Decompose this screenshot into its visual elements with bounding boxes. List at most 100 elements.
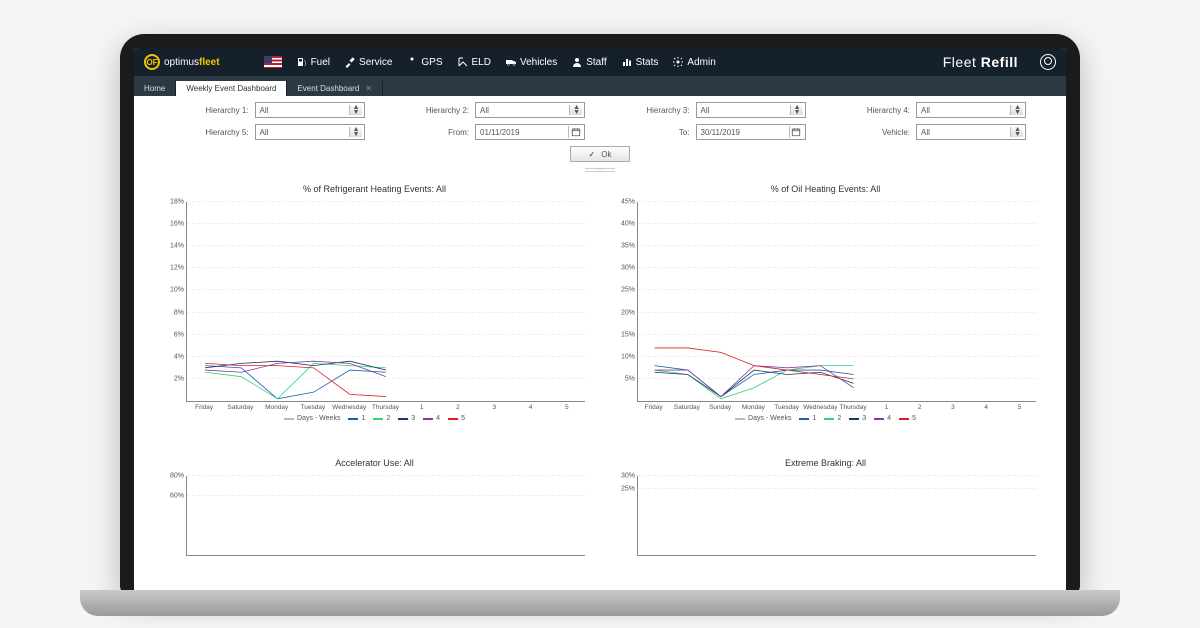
chevron-updown-icon: ▲▼ — [573, 105, 580, 115]
bar-group — [187, 476, 585, 555]
select-input[interactable]: All ▲▼ — [255, 102, 365, 118]
menu-gps[interactable]: GPS — [406, 56, 442, 68]
flag-icon[interactable] — [264, 56, 282, 68]
brand-name: optimusfleet — [164, 57, 220, 68]
y-tick: 18% — [170, 199, 187, 206]
y-tick: 35% — [621, 243, 638, 250]
x-tick: 2 — [440, 402, 476, 411]
x-tick: Wednesday — [803, 402, 836, 411]
filter-hierarchy2: Hierarchy 2: All▲▼ — [395, 102, 586, 118]
x-tick: Monday — [259, 402, 295, 411]
menu-label: Admin — [687, 57, 715, 68]
menu-label: Vehicles — [520, 57, 557, 68]
select-input[interactable]: All ▲▼ — [696, 102, 806, 118]
x-axis: FridaySaturdayMondayTuesdayWednesdayThur… — [186, 402, 585, 411]
legend-label: Days - Weeks — [284, 415, 340, 422]
menu-vehicles[interactable]: Vehicles — [505, 56, 557, 68]
ok-button[interactable]: ✓Ok — [570, 146, 631, 162]
filter-label: Hierarchy 2: — [426, 106, 469, 115]
user-avatar-icon[interactable] — [1040, 54, 1056, 70]
vehicles-icon — [505, 56, 517, 68]
y-tick: 10% — [170, 287, 187, 294]
menu-label: Fuel — [311, 57, 330, 68]
calendar-icon[interactable] — [568, 126, 582, 138]
chart-1: % of Oil Heating Events: All5%10%15%20%2… — [605, 176, 1046, 440]
y-tick: 14% — [170, 243, 187, 250]
tab-weekly-event-dashboard[interactable]: Weekly Event Dashboard — [176, 81, 287, 96]
select-input[interactable]: All▲▼ — [475, 102, 585, 118]
legend-item: 1 — [348, 415, 365, 422]
filter-to: To:30/11/2019 — [615, 124, 806, 140]
calendar-icon[interactable] — [789, 126, 803, 138]
chart-0: % of Refrigerant Heating Events: All 2%4%… — [154, 176, 595, 440]
menu-label: Staff — [586, 57, 606, 68]
y-tick: 2% — [174, 375, 187, 382]
chart-plot: 2%4%6%8%10%12%14%16%18% — [186, 202, 585, 402]
select-input[interactable]: All▲▼ — [916, 102, 1026, 118]
x-tick: 1 — [404, 402, 440, 411]
y-tick: 30% — [621, 265, 638, 272]
select-input[interactable]: All▲▼ — [255, 124, 365, 140]
x-tick: Tuesday — [770, 402, 803, 411]
chevron-updown-icon: ▲▼ — [353, 105, 360, 115]
bar-group — [638, 476, 1036, 555]
x-tick: 5 — [1003, 402, 1036, 411]
x-axis: FridaySaturdaySundayMondayTuesdayWednesd… — [637, 402, 1036, 411]
charts-grid: % of Refrigerant Heating Events: All 2%4%… — [134, 172, 1066, 594]
menu-stats[interactable]: Stats — [621, 56, 659, 68]
brand-logo: OF optimusfleet — [144, 54, 220, 70]
select-value: All — [921, 106, 930, 115]
y-tick: 16% — [170, 221, 187, 228]
screen: OF optimusfleet Fuel Service GPS ELD Vehicle… — [134, 48, 1066, 594]
topbar: OF optimusfleet Fuel Service GPS ELD Vehicle… — [134, 48, 1066, 76]
legend-item: 1 — [799, 415, 816, 422]
chart-title: % of Refrigerant Heating Events: All — [158, 184, 591, 194]
tab-event-dashboard[interactable]: Event Dashboard✕ — [287, 81, 383, 96]
filter-label: Hierarchy 3: — [646, 106, 689, 115]
date-input[interactable]: 30/11/2019 — [696, 124, 806, 140]
menu-label: Service — [359, 57, 392, 68]
y-tick: 20% — [621, 309, 638, 316]
y-tick: 45% — [621, 199, 638, 206]
chart-2: Accelerator Use: All60%80% — [154, 450, 595, 574]
menu-admin[interactable]: Admin — [672, 56, 715, 68]
select-input[interactable]: All ▲▼ — [916, 124, 1026, 140]
chevron-updown-icon: ▲▼ — [1014, 127, 1021, 137]
date-input[interactable]: 01/11/2019 — [475, 124, 585, 140]
legend-item: 4 — [423, 415, 440, 422]
ok-label: Ok — [601, 150, 611, 159]
y-tick: 25% — [621, 287, 638, 294]
menu-service[interactable]: Service — [344, 56, 392, 68]
legend-item: 5 — [899, 415, 916, 422]
select-value: All — [260, 106, 269, 115]
y-tick: 15% — [621, 331, 638, 338]
select-value: All — [921, 128, 930, 137]
x-tick: 4 — [970, 402, 1003, 411]
x-tick: Wednesday — [331, 402, 367, 411]
tab-home[interactable]: Home — [134, 81, 176, 96]
x-tick: Thursday — [837, 402, 870, 411]
filter-label: Hierarchy 1: — [205, 106, 248, 115]
select-value: All — [701, 106, 710, 115]
menu-label: GPS — [421, 57, 442, 68]
menu-eld[interactable]: ELD — [457, 56, 491, 68]
menu-staff[interactable]: Staff — [571, 56, 606, 68]
chart-title: Extreme Braking: All — [609, 458, 1042, 468]
filter-label: Hierarchy 5: — [205, 128, 248, 137]
service-icon — [344, 56, 356, 68]
main-menu: Fuel Service GPS ELD Vehicles Staff Stats Admin — [296, 56, 716, 68]
legend-item: 4 — [874, 415, 891, 422]
y-tick: 10% — [621, 353, 638, 360]
fuel-icon — [296, 56, 308, 68]
menu-fuel[interactable]: Fuel — [296, 56, 330, 68]
gps-icon — [406, 56, 418, 68]
laptop-frame: OF optimusfleet Fuel Service GPS ELD Vehicle… — [120, 34, 1080, 594]
logo-mark-icon: OF — [144, 54, 160, 70]
x-tick: Thursday — [367, 402, 403, 411]
legend-item: 2 — [373, 415, 390, 422]
chevron-updown-icon: ▲▼ — [794, 105, 801, 115]
y-tick: 60% — [170, 492, 187, 499]
filter-from: From:01/11/2019 — [395, 124, 586, 140]
close-icon[interactable]: ✕ — [365, 84, 372, 93]
select-value: All — [260, 128, 269, 137]
